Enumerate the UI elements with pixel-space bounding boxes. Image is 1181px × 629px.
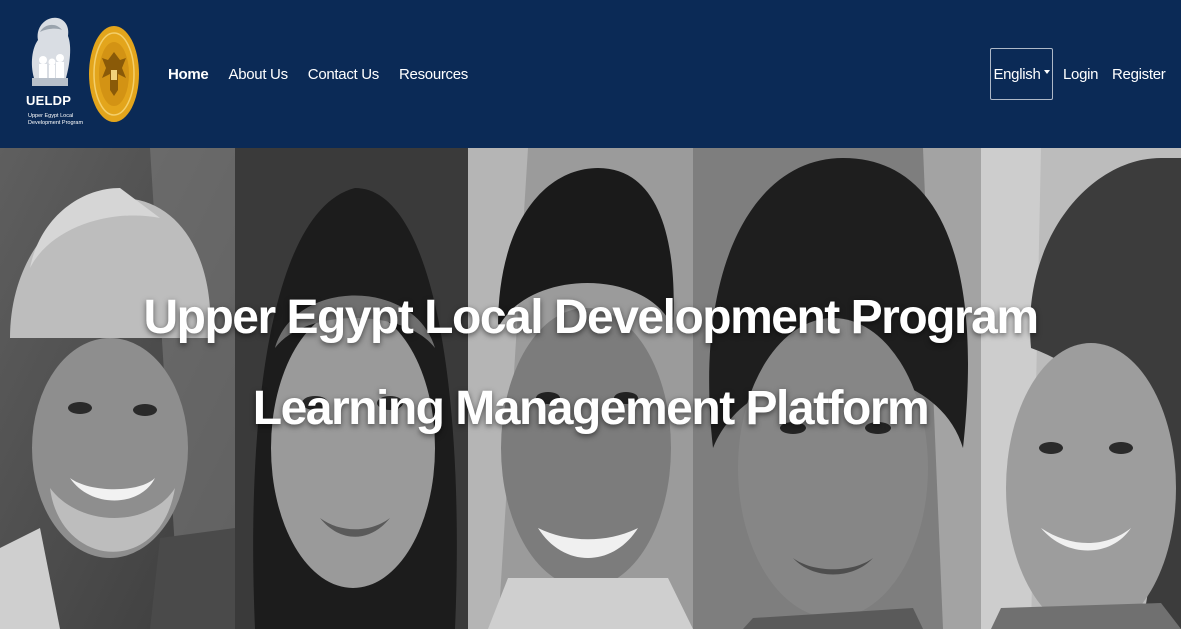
language-label: English (993, 65, 1041, 83)
eagle-seal-icon (89, 26, 139, 122)
nav-home[interactable]: Home (168, 63, 209, 87)
hero-banner: Upper Egypt Local Development Program Le… (0, 148, 1181, 629)
nav-about-us[interactable]: About Us (228, 63, 288, 87)
language-dropdown[interactable]: English (990, 48, 1053, 100)
family-tree-logo-icon (31, 17, 71, 86)
register-link[interactable]: Register (1112, 63, 1166, 87)
hero-title-line1: Upper Egypt Local Development Program (143, 291, 1039, 344)
nav-resources[interactable]: Resources (399, 63, 468, 87)
login-link[interactable]: Login (1063, 63, 1099, 87)
caret-down-icon (1043, 70, 1050, 74)
nav-contact-us[interactable]: Contact Us (308, 63, 380, 87)
egypt-seal-logo[interactable] (88, 24, 140, 124)
ueldp-logo[interactable]: UELDP Upper Egypt Local Development Prog… (24, 14, 83, 134)
hero-title-line2: Learning Management Platform (252, 382, 930, 435)
main-nav: Home About Us Contact Us Resources (168, 63, 468, 87)
logo-subtitle: Upper Egypt Local Development Program (28, 113, 84, 126)
logo-abbreviation: UELDP (26, 93, 72, 108)
top-navbar: UELDP Upper Egypt Local Development Prog… (0, 0, 1181, 148)
